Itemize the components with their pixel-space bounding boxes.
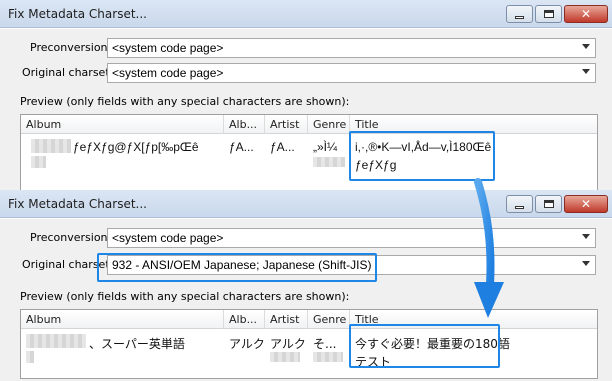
arrow-down-icon	[474, 178, 504, 318]
